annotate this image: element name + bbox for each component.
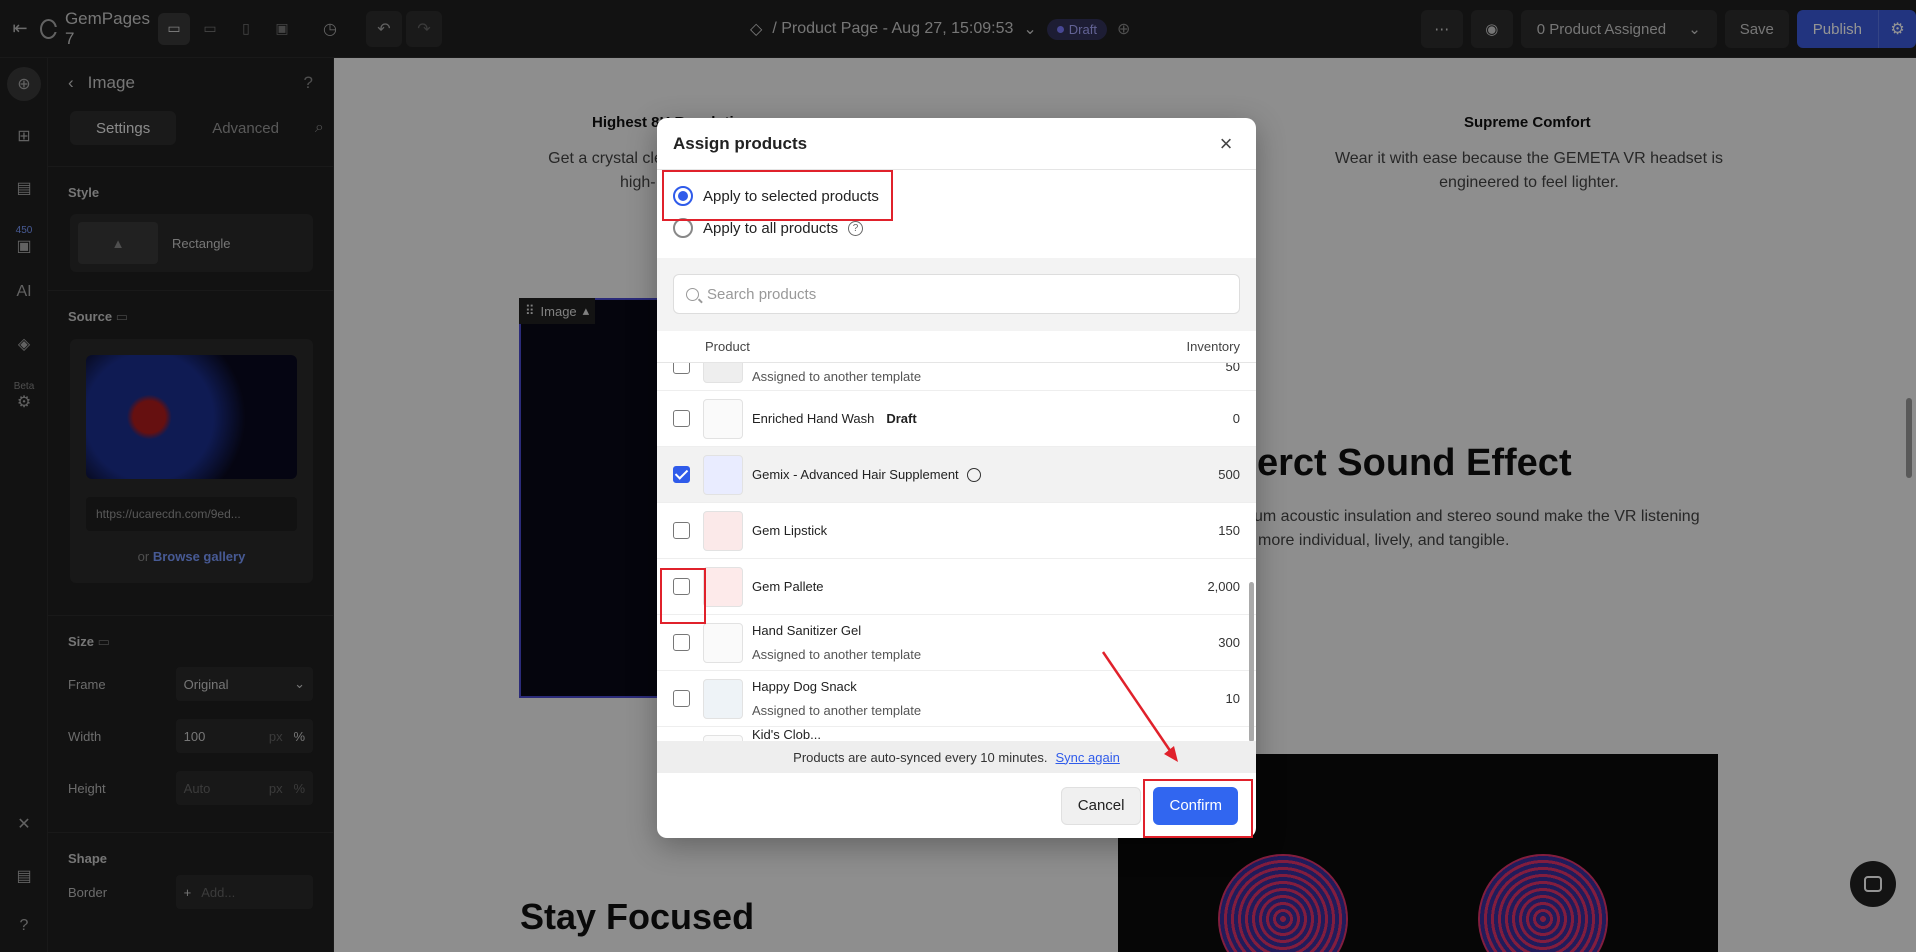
highlight-box-confirm	[1143, 779, 1253, 838]
globe-icon	[966, 468, 981, 482]
table-row[interactable]: Happy Dog Snack Assigned to another temp…	[657, 671, 1256, 727]
radio-all-indicator[interactable]	[673, 218, 693, 238]
table-row[interactable]: Gem Pallete 2,000	[657, 559, 1256, 615]
product-checkbox[interactable]	[673, 690, 690, 707]
modal-title: Assign products	[673, 133, 808, 153]
product-thumbnail	[703, 678, 743, 719]
table-row[interactable]: Hand Sanitizer Gel Assigned to another t…	[657, 615, 1256, 671]
product-checkbox[interactable]	[673, 410, 690, 427]
product-thumbnail	[703, 622, 743, 663]
cancel-button[interactable]: Cancel	[1060, 786, 1142, 825]
product-table-header: Product Inventory	[657, 331, 1256, 363]
assign-products-modal: Assign products × Apply to selected prod…	[657, 118, 1256, 838]
product-thumbnail	[703, 454, 743, 495]
sync-bar: Products are auto-synced every 10 minute…	[657, 741, 1256, 773]
product-thumbnail	[703, 363, 743, 383]
table-row[interactable]: Enriched Hand Wash Draft 0	[657, 391, 1256, 447]
help-icon[interactable]: ?	[848, 220, 864, 236]
product-thumbnail	[703, 398, 743, 439]
highlight-box-checkbox	[660, 568, 706, 624]
draft-tag: Draft	[886, 411, 917, 426]
product-checkbox-checked[interactable]	[673, 466, 690, 483]
sync-text: Products are auto-synced every 10 minute…	[793, 749, 1048, 765]
product-thumbnail	[703, 566, 743, 607]
table-row[interactable]: Assigned to another template 50	[657, 363, 1256, 391]
table-row[interactable]: Kid's Clob...	[657, 727, 1256, 741]
search-icon	[686, 287, 699, 301]
col-product: Product	[705, 339, 750, 354]
table-row[interactable]: Gemix - Advanced Hair Supplement 500	[657, 447, 1256, 503]
table-row[interactable]: Gem Lipstick 150	[657, 503, 1256, 559]
product-list[interactable]: Assigned to another template 50 Enriched…	[657, 363, 1256, 741]
col-inventory: Inventory	[1186, 339, 1240, 354]
list-scrollbar[interactable]	[1249, 582, 1254, 742]
product-checkbox[interactable]	[673, 634, 690, 651]
product-checkbox[interactable]	[673, 522, 690, 539]
highlight-box-radio	[662, 170, 893, 221]
product-checkbox[interactable]	[673, 363, 690, 374]
close-icon[interactable]: ×	[1212, 131, 1240, 157]
sync-again-link[interactable]: Sync again	[1056, 750, 1120, 765]
product-thumbnail	[703, 510, 743, 551]
search-products-input[interactable]: Search products	[673, 274, 1240, 314]
